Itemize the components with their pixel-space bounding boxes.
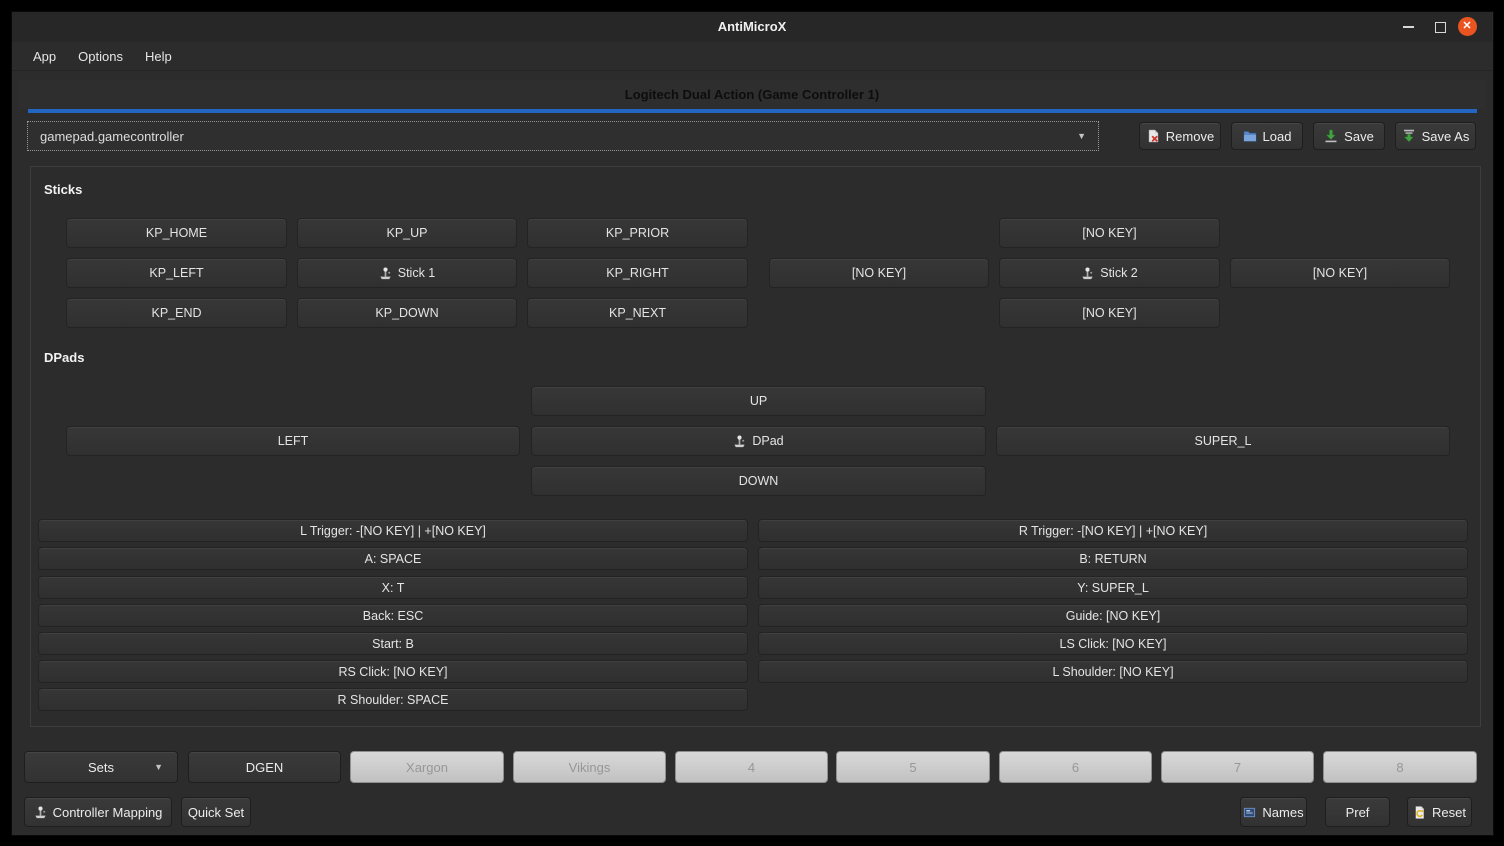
set-tab-8[interactable]: 8 [1323, 751, 1477, 783]
r-trigger-button[interactable]: R Trigger: -[NO KEY] | +[NO KEY] [758, 519, 1468, 542]
l-shoulder-button[interactable]: L Shoulder: [NO KEY] [758, 660, 1468, 683]
names-button-label: Names [1262, 805, 1303, 820]
guide-button[interactable]: Guide: [NO KEY] [758, 604, 1468, 627]
a-button[interactable]: A: SPACE [38, 547, 748, 570]
remove-icon [1146, 129, 1160, 143]
rs-click-button[interactable]: RS Click: [NO KEY] [38, 660, 748, 683]
set-tab-5[interactable]: 5 [836, 751, 990, 783]
load-button[interactable]: Load [1231, 122, 1303, 150]
maximize-icon [1435, 22, 1446, 33]
controller-tab-label: Logitech Dual Action (Game Controller 1) [625, 87, 879, 102]
menu-item-app[interactable]: App [22, 42, 67, 70]
menu-bar: App Options Help [12, 42, 1492, 71]
remove-button[interactable]: Remove [1139, 122, 1221, 150]
stick1-down-button[interactable]: KP_DOWN [297, 298, 517, 328]
stick2-left-button[interactable]: [NO KEY] [769, 258, 989, 288]
menu-item-help[interactable]: Help [134, 42, 183, 70]
dpad-button[interactable]: DPad [531, 426, 986, 456]
set-tab-dgen[interactable]: DGEN [188, 751, 341, 783]
chevron-down-icon: ▼ [1077, 131, 1086, 141]
dpad-label: DPad [752, 434, 783, 448]
r-shoulder-button[interactable]: R Shoulder: SPACE [38, 688, 748, 711]
profile-select-value: gamepad.gamecontroller [40, 129, 184, 144]
names-button[interactable]: Names [1240, 797, 1307, 827]
close-icon: ✕ [1458, 17, 1477, 36]
dpad-up-button[interactable]: UP [531, 386, 986, 416]
save-as-button-label: Save As [1422, 129, 1470, 144]
maximize-button[interactable] [1430, 17, 1450, 37]
reset-button[interactable]: Reset [1407, 797, 1472, 827]
stick1-down-left-button[interactable]: KP_END [66, 298, 287, 328]
start-button[interactable]: Start: B [38, 632, 748, 655]
set-tab-6[interactable]: 6 [999, 751, 1152, 783]
controller-tab[interactable]: Logitech Dual Action (Game Controller 1) [19, 80, 1485, 109]
load-button-label: Load [1263, 129, 1292, 144]
stick1-up-left-button[interactable]: KP_HOME [66, 218, 287, 248]
window-title: AntiMicroX [12, 12, 1492, 42]
stick1-button[interactable]: Stick 1 [297, 258, 517, 288]
x-button[interactable]: X: T [38, 576, 748, 599]
controller-mapping-button[interactable]: Controller Mapping [24, 797, 172, 827]
stick2-up-button[interactable]: [NO KEY] [999, 218, 1220, 248]
save-button[interactable]: Save [1313, 122, 1385, 150]
stick1-label: Stick 1 [398, 266, 436, 280]
joystick-icon [34, 806, 47, 819]
l-trigger-button[interactable]: L Trigger: -[NO KEY] | +[NO KEY] [38, 519, 748, 542]
menu-item-options[interactable]: Options [67, 42, 134, 70]
sets-selector-button[interactable]: Sets ▼ [24, 751, 178, 783]
reset-button-label: Reset [1432, 805, 1466, 820]
save-as-button[interactable]: Save As [1395, 122, 1476, 150]
save-as-icon [1402, 129, 1416, 143]
quick-set-button[interactable]: Quick Set [181, 797, 251, 827]
stick1-right-button[interactable]: KP_RIGHT [527, 258, 748, 288]
dpad-right-button[interactable]: SUPER_L [996, 426, 1450, 456]
names-icon [1243, 806, 1256, 819]
save-button-label: Save [1344, 129, 1374, 144]
tab-underline [28, 109, 1477, 113]
dpad-down-button[interactable]: DOWN [531, 466, 986, 496]
pref-button[interactable]: Pref [1325, 797, 1390, 827]
joystick-icon [733, 435, 746, 448]
set-tab-7[interactable]: 7 [1161, 751, 1314, 783]
stick2-button[interactable]: Stick 2 [999, 258, 1220, 288]
set-tab-vikings[interactable]: Vikings [513, 751, 666, 783]
stick1-left-button[interactable]: KP_LEFT [66, 258, 287, 288]
stick2-down-button[interactable]: [NO KEY] [999, 298, 1220, 328]
profile-select[interactable]: gamepad.gamecontroller ▼ [27, 121, 1099, 151]
back-button[interactable]: Back: ESC [38, 604, 748, 627]
set-tab-xargon[interactable]: Xargon [350, 751, 504, 783]
save-icon [1324, 129, 1338, 143]
stick1-up-button[interactable]: KP_UP [297, 218, 517, 248]
stick1-down-right-button[interactable]: KP_NEXT [527, 298, 748, 328]
controller-mapping-label: Controller Mapping [53, 805, 163, 820]
ls-click-button[interactable]: LS Click: [NO KEY] [758, 632, 1468, 655]
sticks-heading: Sticks [44, 182, 82, 197]
y-button[interactable]: Y: SUPER_L [758, 576, 1468, 599]
chevron-down-icon: ▼ [154, 762, 163, 772]
load-folder-icon [1243, 129, 1257, 143]
stick2-right-button[interactable]: [NO KEY] [1230, 258, 1450, 288]
remove-button-label: Remove [1166, 129, 1214, 144]
joystick-icon [1081, 267, 1094, 280]
dpads-heading: DPads [44, 350, 84, 365]
stick2-label: Stick 2 [1100, 266, 1138, 280]
dpad-left-button[interactable]: LEFT [66, 426, 520, 456]
minimize-icon [1403, 26, 1414, 28]
sets-selector-label: Sets [88, 760, 114, 775]
desktop: AntiMicroX ✕ App Options Help Logitech D… [0, 0, 1504, 846]
reset-icon [1413, 806, 1426, 819]
minimize-button[interactable] [1398, 17, 1418, 37]
set-tab-4[interactable]: 4 [675, 751, 828, 783]
close-button[interactable]: ✕ [1456, 15, 1478, 37]
b-button[interactable]: B: RETURN [758, 547, 1468, 570]
stick1-up-right-button[interactable]: KP_PRIOR [527, 218, 748, 248]
joystick-icon [379, 267, 392, 280]
